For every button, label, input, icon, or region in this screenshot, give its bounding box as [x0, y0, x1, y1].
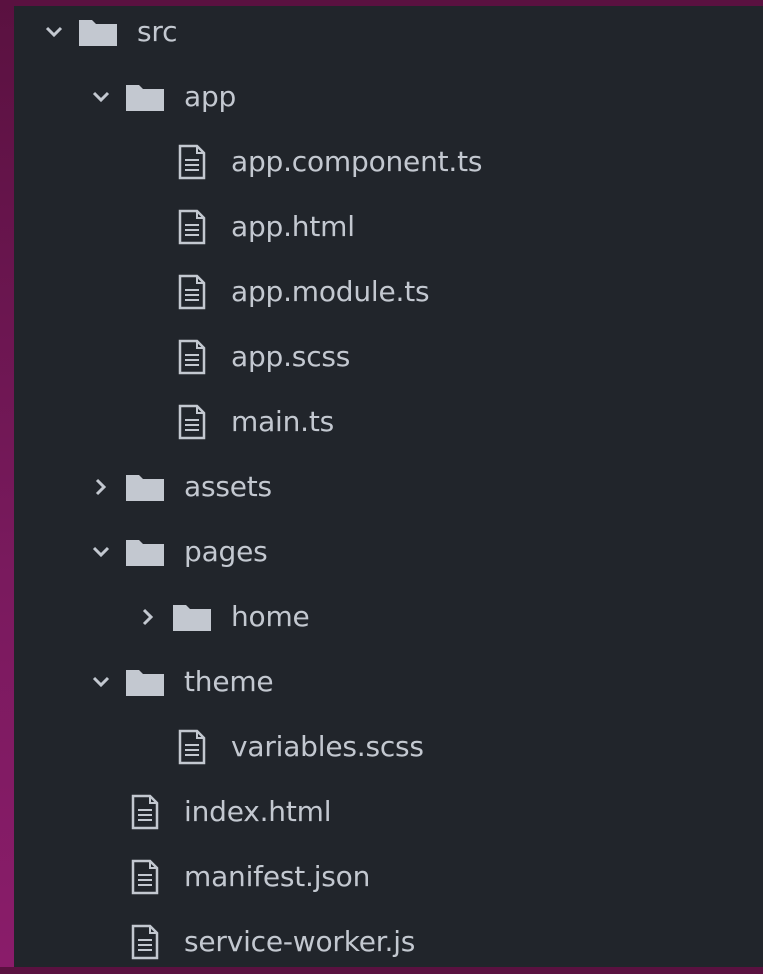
tree-item-label: manifest.json: [184, 860, 371, 893]
chevron-down-icon[interactable]: [86, 519, 116, 584]
file-icon: [171, 324, 213, 389]
file-icon: [124, 909, 166, 974]
tree-item-label: app.component.ts: [231, 145, 483, 178]
tree-item-label: src: [137, 15, 178, 48]
folder-icon: [124, 519, 166, 584]
tree-item-label: service-worker.js: [184, 925, 416, 958]
tree-item-label: index.html: [184, 795, 332, 828]
tree-item-label: assets: [184, 470, 272, 503]
tree-item-label: app.scss: [231, 340, 351, 373]
tree-file-main-ts[interactable]: main.ts: [14, 389, 763, 454]
tree-file-manifest-json[interactable]: manifest.json: [14, 844, 763, 909]
file-icon: [171, 389, 213, 454]
tree-item-label: pages: [184, 535, 268, 568]
tree-item-label: home: [231, 600, 310, 633]
folder-icon: [124, 64, 166, 129]
tree-folder-theme[interactable]: theme: [14, 649, 763, 714]
tree-item-label: app.html: [231, 210, 355, 243]
tree-file-variables-scss[interactable]: variables.scss: [14, 714, 763, 779]
tree-folder-home[interactable]: home: [14, 584, 763, 649]
chevron-right-icon[interactable]: [86, 454, 116, 519]
folder-icon: [171, 584, 213, 649]
tree-file-app-scss[interactable]: app.scss: [14, 324, 763, 389]
tree-item-label: theme: [184, 665, 274, 698]
file-tree-panel: src app app.component.ts app.html app.module…: [14, 6, 763, 967]
tree-folder-src[interactable]: src: [14, 0, 763, 64]
tree-item-label: main.ts: [231, 405, 335, 438]
file-icon: [171, 129, 213, 194]
tree-item-label: variables.scss: [231, 730, 424, 763]
tree-folder-assets[interactable]: assets: [14, 454, 763, 519]
chevron-right-icon[interactable]: [133, 584, 163, 649]
tree-folder-pages[interactable]: pages: [14, 519, 763, 584]
chevron-down-icon[interactable]: [39, 0, 69, 64]
tree-file-service-worker-js[interactable]: service-worker.js: [14, 909, 763, 974]
chevron-down-icon[interactable]: [86, 64, 116, 129]
tree-file-app-html[interactable]: app.html: [14, 194, 763, 259]
file-icon: [124, 779, 166, 844]
folder-icon: [124, 454, 166, 519]
tree-file-app-module-ts[interactable]: app.module.ts: [14, 259, 763, 324]
tree-file-app-component-ts[interactable]: app.component.ts: [14, 129, 763, 194]
file-icon: [171, 259, 213, 324]
tree-file-index-html[interactable]: index.html: [14, 779, 763, 844]
folder-icon: [77, 0, 119, 64]
folder-icon: [124, 649, 166, 714]
file-icon: [171, 714, 213, 779]
file-icon: [171, 194, 213, 259]
file-icon: [124, 844, 166, 909]
tree-folder-app[interactable]: app: [14, 64, 763, 129]
tree-item-label: app.module.ts: [231, 275, 430, 308]
tree-item-label: app: [184, 80, 237, 113]
chevron-down-icon[interactable]: [86, 649, 116, 714]
